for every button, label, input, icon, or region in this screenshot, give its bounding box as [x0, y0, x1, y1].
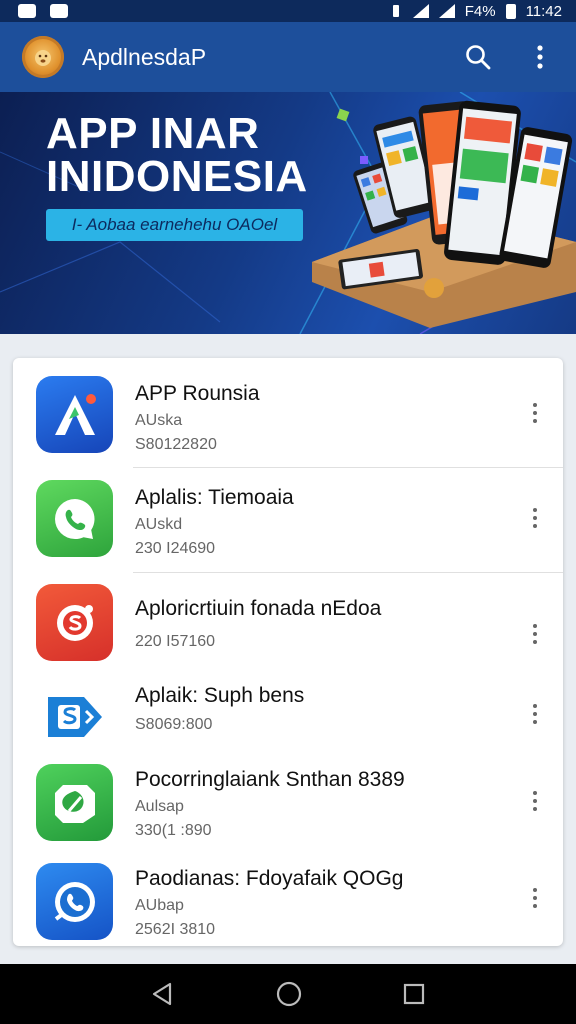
back-icon[interactable]	[150, 981, 176, 1007]
banner-title-line2: INIDONESIA	[46, 152, 308, 201]
item-more-button[interactable]	[525, 699, 545, 729]
recents-icon[interactable]	[402, 982, 426, 1006]
a-letter-icon	[36, 376, 113, 453]
app-number: 2562I 3810	[135, 921, 216, 938]
list-item-text: Aplaik: Suph bens S8069:800	[135, 684, 304, 734]
app-subtitle: AUska	[135, 412, 183, 429]
app-number: 220 I57160	[135, 633, 216, 650]
list-item-text: Pocorringlaiank Snthan 8389 Aulsap 330(1…	[135, 768, 405, 840]
item-more-button[interactable]	[525, 786, 545, 816]
app-name: Aploricrtiuin fonada nEdoa	[135, 597, 382, 620]
app-number: S80122820	[135, 436, 217, 453]
app-bar: ApdlnesdaP	[0, 22, 576, 92]
signal-icon	[438, 4, 455, 18]
list-item[interactable]: Aplaik: Suph bens S8069:800	[13, 670, 563, 758]
notification-icon	[50, 4, 68, 18]
phone-chat-icon	[36, 480, 113, 557]
list-item[interactable]: Pocorringlaiank Snthan 8389 Aulsap 330(1…	[13, 758, 563, 855]
app-name: Pocorringlaiank Snthan 8389	[135, 768, 405, 791]
vibrate-icon	[392, 5, 399, 17]
banner-cta-pill[interactable]: I- Aobaa earnehehu OAOel	[46, 209, 303, 241]
app-name: Aplalis: Tiemoaia	[135, 486, 294, 509]
system-nav-bar	[0, 964, 576, 1024]
battery-icon	[505, 3, 516, 19]
home-icon[interactable]	[275, 980, 303, 1008]
app-subtitle: Aulsap	[135, 798, 184, 815]
notification-icons	[18, 4, 68, 18]
app-subtitle: AUskd	[135, 516, 183, 533]
item-more-button[interactable]	[525, 883, 545, 913]
search-icon	[466, 45, 491, 70]
s-badge-icon	[36, 584, 113, 661]
app-number: S8069:800	[135, 716, 213, 733]
banner-title-line1: APP INAR	[46, 109, 260, 158]
app-number: 230 I24690	[135, 540, 216, 557]
list-item-text: Aploricrtiuin fonada nEdoa 220 I57160	[135, 597, 381, 651]
item-more-button[interactable]	[525, 398, 545, 428]
app-logo	[22, 36, 64, 78]
notification-icon	[18, 4, 36, 18]
item-more-button[interactable]	[525, 503, 545, 533]
signal-icon	[412, 4, 429, 18]
app-name: Aplaik: Suph bens	[135, 684, 305, 707]
list-item-text: APP Rounsia AUska S80122820	[135, 382, 260, 454]
overflow-menu-button[interactable]	[520, 37, 560, 77]
list-item[interactable]: Aplalis: Tiemoaia AUskd 230 I24690	[13, 468, 563, 573]
list-item-text: Aplalis: Tiemoaia AUskd 230 I24690	[135, 486, 294, 558]
phones-illustration	[312, 100, 576, 328]
promo-banner[interactable]: APP INAR INIDONESIA I- Aobaa earnehehu O…	[0, 92, 576, 334]
app-list-card: APP Rounsia AUska S80122820 Aplalis: Tie…	[13, 358, 563, 946]
status-bar: F4% 11:42	[0, 0, 576, 22]
play-s-icon	[36, 678, 113, 755]
status-indicators: F4% 11:42	[389, 3, 562, 20]
lion-icon	[35, 50, 51, 66]
list-item-text: Paodianas: Fdoyafaik QOGg AUbap 2562I 38…	[135, 867, 403, 939]
list-item[interactable]: Paodianas: Fdoyafaik QOGg AUbap 2562I 38…	[13, 855, 563, 946]
battery-percent: F4%	[464, 2, 496, 20]
app-number: 330(1 :890	[135, 822, 212, 839]
list-item[interactable]: APP Rounsia AUska S80122820	[13, 358, 563, 468]
phone-bubble-icon	[36, 863, 113, 940]
leaf-chat-icon	[36, 764, 113, 841]
search-button[interactable]	[458, 37, 498, 77]
banner-title: APP INAR INIDONESIA	[46, 109, 308, 201]
app-name: APP Rounsia	[135, 382, 260, 405]
list-item[interactable]: Aploricrtiuin fonada nEdoa 220 I57160	[13, 573, 563, 670]
app-title: ApdlnesdaP	[82, 43, 207, 70]
item-more-button[interactable]	[525, 619, 545, 649]
more-vert-icon	[537, 45, 543, 69]
clock: 11:42	[525, 2, 562, 20]
app-subtitle: AUbap	[135, 897, 184, 914]
content-area: APP Rounsia AUska S80122820 Aplalis: Tie…	[0, 334, 576, 964]
app-name: Paodianas: Fdoyafaik QOGg	[135, 867, 404, 890]
